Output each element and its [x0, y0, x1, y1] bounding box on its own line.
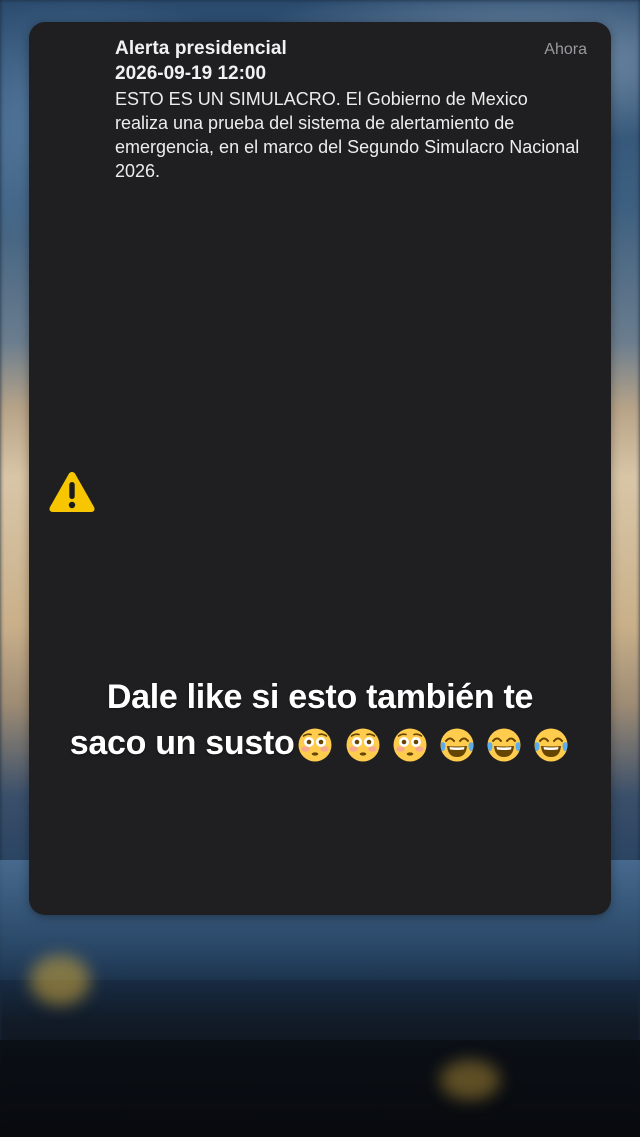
background-light-blob — [440, 1060, 500, 1100]
caption-line-1: Dale like si esto también te — [106, 678, 534, 716]
warning-icon — [48, 470, 96, 514]
notification-time: Ahora — [544, 41, 587, 58]
flushed-face-icon — [393, 728, 427, 762]
notification-datetime: 2026-09-19 12:00 — [115, 63, 267, 84]
tears-of-joy-icon — [440, 728, 474, 762]
background-bottom-bar — [0, 1040, 640, 1137]
flushed-face-icon — [346, 728, 380, 762]
background-light-blob — [30, 955, 90, 1005]
flushed-face-icon — [298, 728, 332, 762]
tears-of-joy-icon — [534, 728, 568, 762]
notification-title: Alerta presidencial — [115, 38, 287, 59]
caption-line-2: saco un susto — [69, 724, 295, 762]
emergency-alert-notification[interactable]: Alerta presidencial Ahora 2026-09-19 12:… — [29, 22, 611, 915]
video-caption: Dale like si esto también te saco un sus… — [0, 674, 640, 768]
tears-of-joy-icon — [487, 728, 521, 762]
notification-body: ESTO ES UN SIMULACRO. El Gobierno de Mex… — [115, 89, 580, 181]
caption-line-2-wrap: saco un susto — [0, 720, 640, 768]
emoji-row — [296, 722, 570, 768]
